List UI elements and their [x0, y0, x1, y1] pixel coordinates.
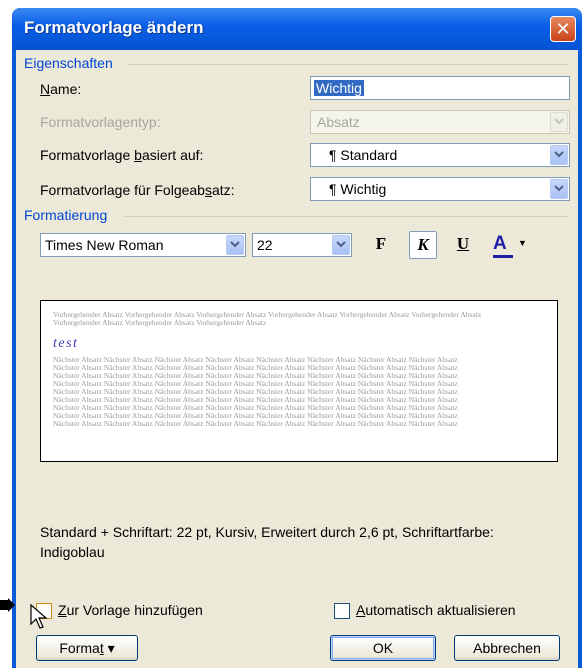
dialog-window: Formatvorlage ändern ✕ Eigenschaften Nam… [12, 8, 582, 668]
chevron-down-icon [554, 185, 564, 192]
formatting-group-label: Formatierung [24, 207, 108, 223]
name-value: Wichtig [314, 80, 364, 96]
font-value: Times New Roman [45, 237, 164, 253]
preview-previous-paragraph: Vorhergehender Absatz Vorhergehender Abs… [53, 310, 482, 327]
next-style-label: Formatvorlage für Folgeabsatz: [40, 182, 235, 198]
chevron-down-icon [336, 241, 346, 248]
cancel-button[interactable]: Abbrechen [454, 635, 560, 661]
font-color-bar [493, 255, 513, 258]
dialog-body: Eigenschaften Name: Wichtig Formatvorlag… [16, 50, 578, 668]
chevron-down-icon: ▾ [107, 640, 115, 656]
font-size-dropdown-button[interactable] [332, 235, 350, 255]
chevron-down-icon: ▼ [518, 238, 527, 248]
name-input[interactable]: Wichtig [310, 76, 570, 100]
font-size-select[interactable]: 22 [252, 233, 352, 257]
auto-update-checkbox[interactable] [334, 603, 350, 619]
next-style-select[interactable]: ¶ Wichtig [310, 177, 570, 201]
next-style-value: ¶ Wichtig [329, 181, 387, 197]
based-on-dropdown-button[interactable] [550, 145, 568, 165]
properties-group-label: Eigenschaften [24, 55, 113, 71]
font-color-icon: A [493, 233, 507, 254]
font-dropdown-button[interactable] [226, 235, 244, 255]
preview-pane: Vorhergehender Absatz Vorhergehender Abs… [40, 300, 558, 462]
auto-update-label: Automatisch aktualisieren [356, 602, 516, 618]
style-description: Standard + Schriftart: 22 pt, Kursiv, Er… [40, 524, 494, 560]
dialog-title: Formatvorlage ändern [24, 18, 204, 37]
font-select[interactable]: Times New Roman [40, 233, 246, 257]
close-button[interactable]: ✕ [550, 16, 576, 42]
divider [124, 216, 568, 217]
annotation-arrow-icon [0, 598, 15, 612]
ok-button[interactable]: OK [330, 635, 436, 661]
divider [128, 64, 568, 65]
chevron-down-icon [230, 241, 240, 248]
title-bar[interactable]: Formatvorlage ändern ✕ [12, 8, 582, 50]
add-to-template-label: Zur Vorlage hinzufügen [58, 602, 203, 618]
close-icon: ✕ [555, 19, 571, 39]
based-on-value: ¶ Standard [329, 147, 398, 163]
type-select: Absatz [310, 110, 570, 134]
font-color-button[interactable]: A ▼ [490, 231, 530, 259]
based-on-label: Formatvorlage basiert auf: [40, 147, 204, 163]
italic-button[interactable]: K [409, 231, 437, 259]
bold-button[interactable]: F [367, 231, 395, 259]
based-on-select[interactable]: ¶ Standard [310, 143, 570, 167]
font-size-value: 22 [257, 237, 273, 253]
underline-button[interactable]: U [449, 231, 477, 259]
name-label: Name: [40, 81, 82, 97]
type-dropdown-arrow [550, 112, 568, 132]
mouse-cursor-icon [30, 604, 48, 629]
chevron-down-icon [554, 118, 564, 125]
preview-sample-text: test [53, 336, 79, 351]
chevron-down-icon [554, 151, 564, 158]
type-label: Formatvorlagentyp: [40, 114, 161, 130]
next-style-dropdown-button[interactable] [550, 179, 568, 199]
type-value: Absatz [317, 114, 360, 130]
preview-next-paragraph: Nächster Absatz Nächster Absatz Nächster… [53, 355, 458, 428]
format-button[interactable]: Format ▾ [36, 635, 138, 661]
